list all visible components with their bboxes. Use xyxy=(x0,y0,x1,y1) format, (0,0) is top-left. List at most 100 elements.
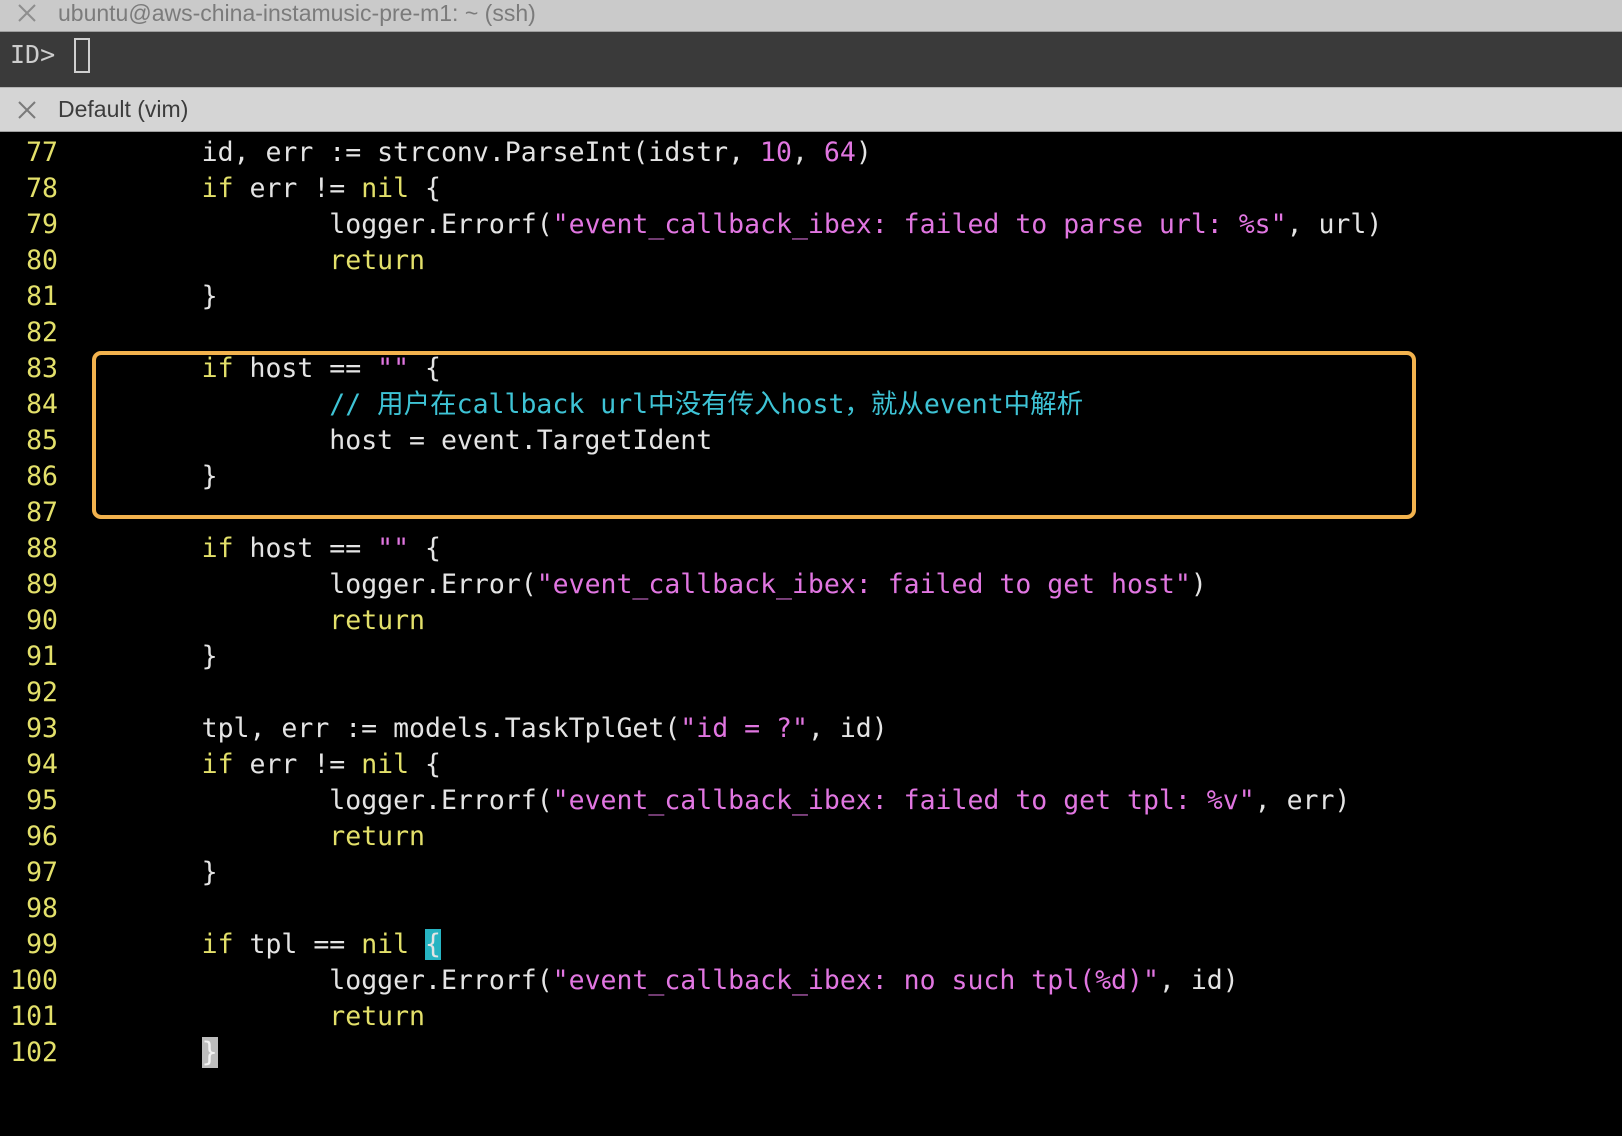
code-text: tpl, err := models.TaskTplGet("id = ?", … xyxy=(74,711,888,747)
vim-buffer[interactable]: 77 id, err := strconv.ParseInt(idstr, 10… xyxy=(0,135,1622,1071)
code-text: if host == "" { xyxy=(74,351,441,387)
line-number: 98 xyxy=(26,893,58,924)
string-literal-token: "event_callback_ibex: failed to parse ur… xyxy=(552,209,1287,240)
close-vim-pane-button[interactable] xyxy=(17,100,37,120)
code-line[interactable]: 82 xyxy=(0,315,1622,351)
shell-prompt: ID> xyxy=(10,40,56,69)
code-line[interactable]: 78 if err != nil { xyxy=(0,171,1622,207)
line-number: 87 xyxy=(26,497,58,528)
line-number: 79 xyxy=(26,209,58,240)
code-text: // 用户在callback url中没有传入host，就从event中解析 xyxy=(74,387,1083,423)
code-line[interactable]: 100 logger.Errorf("event_callback_ibex: … xyxy=(0,963,1622,999)
close-icon xyxy=(18,4,36,22)
keyword-token: return xyxy=(329,821,426,852)
code-line[interactable]: 92 xyxy=(0,675,1622,711)
line-number: 93 xyxy=(26,713,58,744)
keyword-token: if xyxy=(201,929,234,960)
string-literal-token: "id = ?" xyxy=(680,713,808,744)
code-token: { xyxy=(409,173,441,204)
code-token: , url) xyxy=(1286,209,1383,240)
code-text: return xyxy=(74,603,425,639)
code-token: logger.Errorf( xyxy=(74,965,553,996)
code-line[interactable]: 77 id, err := strconv.ParseInt(idstr, 10… xyxy=(0,135,1622,171)
code-line[interactable]: 88 if host == "" { xyxy=(0,531,1622,567)
code-line[interactable]: 93 tpl, err := models.TaskTplGet("id = ?… xyxy=(0,711,1622,747)
keyword-token: if xyxy=(201,173,234,204)
code-line[interactable]: 99 if tpl == nil { xyxy=(0,927,1622,963)
code-line[interactable]: 95 logger.Errorf("event_callback_ibex: f… xyxy=(0,783,1622,819)
code-text: return xyxy=(74,999,425,1035)
code-token: } xyxy=(74,857,218,888)
line-number: 94 xyxy=(26,749,58,780)
code-line[interactable]: 87 xyxy=(0,495,1622,531)
code-text: logger.Errorf("event_callback_ibex: no s… xyxy=(74,963,1238,999)
code-token: , xyxy=(791,137,824,168)
code-token: err != xyxy=(233,749,362,780)
code-line[interactable]: 84 // 用户在callback url中没有传入host，就从event中解… xyxy=(0,387,1622,423)
code-text: if err != nil { xyxy=(74,171,441,207)
code-token: { xyxy=(409,533,441,564)
code-token: id, err := strconv.ParseInt(idstr, xyxy=(74,137,761,168)
code-line[interactable]: 90 return xyxy=(0,603,1622,639)
code-text: logger.Errorf("event_callback_ibex: fail… xyxy=(74,783,1350,819)
code-line[interactable]: 83 if host == "" { xyxy=(0,351,1622,387)
code-line[interactable]: 79 logger.Errorf("event_callback_ibex: f… xyxy=(0,207,1622,243)
code-line[interactable]: 80 return xyxy=(0,243,1622,279)
vim-pane-title-bar: Default (vim) xyxy=(0,87,1622,132)
code-token: ) xyxy=(855,137,872,168)
code-token: host = event.TargetIdent xyxy=(74,425,713,456)
string-literal-token: "event_callback_ibex: failed to get tpl:… xyxy=(552,785,1255,816)
code-token: host == xyxy=(233,533,378,564)
code-line[interactable]: 81 } xyxy=(0,279,1622,315)
line-number: 91 xyxy=(26,641,58,672)
code-line[interactable]: 96 return xyxy=(0,819,1622,855)
keyword-token: if xyxy=(201,353,234,384)
code-line[interactable]: 85 host = event.TargetIdent xyxy=(0,423,1622,459)
code-token: tpl == xyxy=(233,929,362,960)
line-number: 83 xyxy=(26,353,58,384)
code-token: tpl, err := models.TaskTplGet( xyxy=(74,713,681,744)
code-token: logger.Errorf( xyxy=(74,209,553,240)
ssh-pane-title: ubuntu@aws-china-instamusic-pre-m1: ~ (s… xyxy=(58,0,536,26)
line-number: 84 xyxy=(26,389,58,420)
code-line[interactable]: 98 xyxy=(0,891,1622,927)
line-number: 99 xyxy=(26,929,58,960)
code-text: if err != nil { xyxy=(74,747,441,783)
line-number: 81 xyxy=(26,281,58,312)
line-number: 88 xyxy=(26,533,58,564)
code-line[interactable]: 89 logger.Error("event_callback_ibex: fa… xyxy=(0,567,1622,603)
ssh-terminal-pane[interactable]: ID> xyxy=(0,32,1622,87)
code-line[interactable]: 86 } xyxy=(0,459,1622,495)
code-line[interactable]: 101 return xyxy=(0,999,1622,1035)
code-line[interactable]: 102 } xyxy=(0,1035,1622,1071)
code-text: if host == "" { xyxy=(74,531,441,567)
code-text: if tpl == nil { xyxy=(74,927,442,963)
code-line[interactable]: 97 } xyxy=(0,855,1622,891)
line-number: 78 xyxy=(26,173,58,204)
code-text: logger.Errorf("event_callback_ibex: fail… xyxy=(74,207,1382,243)
matching-bracket-highlight: { xyxy=(425,929,442,960)
code-token: logger.Error( xyxy=(74,569,537,600)
code-line[interactable]: 91 } xyxy=(0,639,1622,675)
keyword-token: nil xyxy=(361,749,410,780)
code-text: } xyxy=(74,639,218,675)
code-token: host == xyxy=(233,353,378,384)
close-ssh-pane-button[interactable] xyxy=(17,3,37,23)
line-number: 100 xyxy=(10,965,58,996)
keyword-token: nil xyxy=(361,173,410,204)
keyword-token: return xyxy=(329,1001,426,1032)
string-literal-token: "" xyxy=(377,533,410,564)
code-line[interactable]: 94 if err != nil { xyxy=(0,747,1622,783)
terminal-cursor xyxy=(74,38,90,73)
code-token: } xyxy=(74,461,218,492)
